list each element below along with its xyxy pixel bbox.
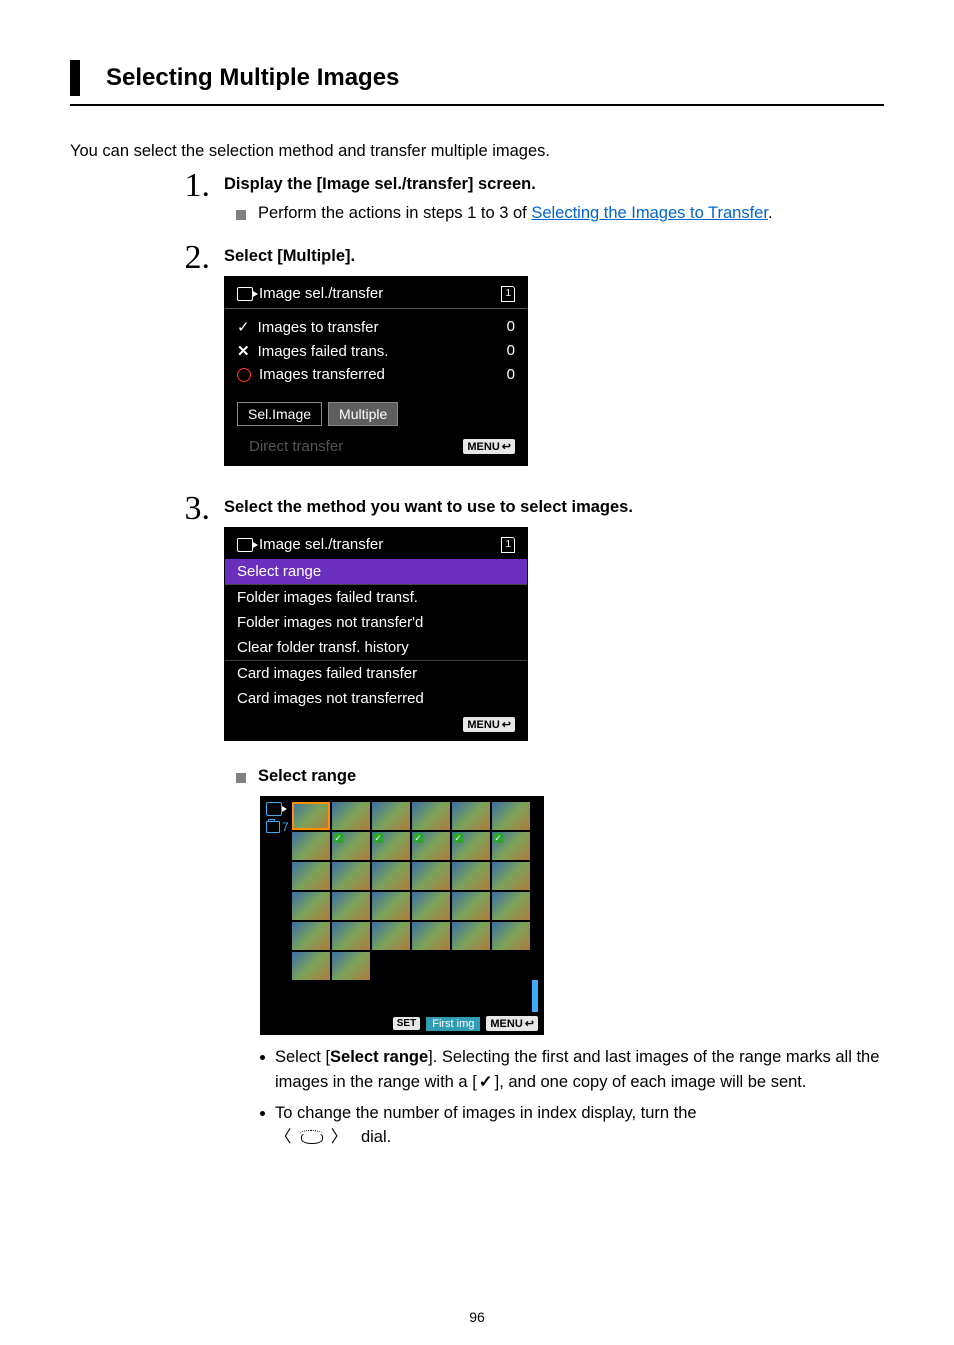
checkmark-icon: ✓ <box>237 318 250 336</box>
transfer-icon <box>237 538 253 552</box>
thumbnail: ✓ <box>452 832 490 860</box>
thumbnail: ✓ <box>332 832 370 860</box>
row-label: Images failed trans. <box>258 343 389 360</box>
thumbnail <box>292 922 330 950</box>
thumbnail <box>452 862 490 890</box>
thumbnail: ✓ <box>492 832 530 860</box>
screen-header: Image sel./transfer <box>259 285 383 302</box>
step-2-title: Select [Multiple]. <box>224 247 884 266</box>
bullet-icon <box>236 210 246 220</box>
step-1-bullet-pre: Perform the actions in steps 1 to 3 of <box>258 204 531 222</box>
step-1-title: Display the [Image sel./transfer] screen… <box>224 175 884 194</box>
x-icon: ✕ <box>237 342 250 360</box>
thumbnail <box>332 892 370 920</box>
direct-transfer-label: Direct transfer <box>249 438 343 455</box>
thumbnail <box>452 922 490 950</box>
first-img-label: First img <box>426 1017 480 1031</box>
thumbnail <box>372 802 410 830</box>
step-2-number: 2. <box>166 241 224 275</box>
heading-underline <box>70 104 884 106</box>
thumbnail <box>452 802 490 830</box>
step-1-bullet: Perform the actions in steps 1 to 3 of S… <box>258 204 773 223</box>
thumbnail <box>292 862 330 890</box>
step-3-title: Select the method you want to use to sel… <box>224 498 884 517</box>
thumbnail <box>292 952 330 980</box>
check-icon: ✓ <box>373 833 383 843</box>
option-select-range: Select range <box>225 559 527 584</box>
intro-text: You can select the selection method and … <box>70 142 884 161</box>
screen-header: Image sel./transfer <box>259 536 383 553</box>
row-label: Images to transfer <box>258 319 379 336</box>
thumbnail <box>292 892 330 920</box>
thumbnail: ✓ <box>412 832 450 860</box>
link-selecting-images[interactable]: Selecting the Images to Transfer <box>531 204 768 222</box>
option-clear-folder-history: Clear folder transf. history <box>225 635 527 660</box>
multiple-button: Multiple <box>328 402 398 426</box>
thumbnail <box>372 862 410 890</box>
thumbnail <box>372 922 410 950</box>
thumbnail <box>452 892 490 920</box>
thumbnail <box>412 922 450 950</box>
bullet-icon <box>260 1111 265 1116</box>
select-range-heading: Select range <box>258 767 356 786</box>
check-icon: ✓ <box>333 833 343 843</box>
folder-count: 7 <box>266 820 289 834</box>
row-images-failed: ✕ Images failed trans. 0 <box>237 339 515 363</box>
thumbnail <box>332 862 370 890</box>
check-icon: ✓ <box>413 833 423 843</box>
sel-image-button: Sel.Image <box>237 402 322 426</box>
thumbnail <box>412 892 450 920</box>
thumbnail <box>492 892 530 920</box>
thumbnail <box>412 802 450 830</box>
step-1-bullet-post: . <box>768 204 773 222</box>
row-images-to-transfer: ✓ Images to transfer 0 <box>237 315 515 339</box>
quick-control-dial-icon <box>296 1130 326 1146</box>
thumbnail <box>492 862 530 890</box>
thumbnail <box>492 922 530 950</box>
circle-icon <box>237 368 251 382</box>
page-number: 96 <box>0 1309 954 1325</box>
thumbnail <box>492 802 530 830</box>
step-3-number: 3. <box>166 492 224 526</box>
thumbnail <box>372 892 410 920</box>
transfer-icon <box>266 802 282 816</box>
thumbnail <box>332 952 370 980</box>
camera-screen-method-list: Image sel./transfer 1 Select range Folde… <box>224 527 528 741</box>
option-card-not-transferred: Card images not transferred <box>225 686 527 711</box>
row-value: 0 <box>507 342 515 360</box>
option-folder-not-transferred: Folder images not transfer'd <box>225 610 527 635</box>
row-label: Images transferred <box>259 366 385 383</box>
row-images-transferred: Images transferred 0 <box>237 363 515 386</box>
check-icon: ✓ <box>477 1070 495 1095</box>
thumbnail <box>292 802 330 830</box>
transfer-icon <box>237 287 253 301</box>
step-1-number: 1. <box>166 169 224 203</box>
card-slot-icon: 1 <box>501 537 515 553</box>
menu-back-badge: MENU↩ <box>486 1016 538 1031</box>
bullet-icon <box>260 1055 265 1060</box>
row-value: 0 <box>507 318 515 336</box>
menu-back-badge: MENU↩ <box>463 439 515 454</box>
bullet-icon <box>236 773 246 783</box>
card-slot-icon: 1 <box>501 286 515 302</box>
row-value: 0 <box>507 366 515 383</box>
menu-back-badge: MENU↩ <box>463 717 515 732</box>
set-badge: SET <box>393 1017 420 1030</box>
option-card-failed: Card images failed transfer <box>225 661 527 686</box>
page-title: Selecting Multiple Images <box>106 60 884 96</box>
thumbnail: ✓ <box>372 832 410 860</box>
desc-item-1: Select [Select range]. Selecting the fir… <box>260 1045 884 1095</box>
desc-item-2: To change the number of images in index … <box>260 1101 884 1151</box>
folder-icon <box>266 821 280 833</box>
thumbnail <box>292 832 330 860</box>
check-icon: ✓ <box>493 833 503 843</box>
camera-screen-transfer-summary: Image sel./transfer 1 ✓ Images to transfe… <box>224 276 528 466</box>
thumbnail <box>412 862 450 890</box>
check-icon: ✓ <box>453 833 463 843</box>
thumbnail <box>332 802 370 830</box>
scrollbar <box>532 980 538 1012</box>
camera-screen-thumbnail-index: 7 ✓ ✓ ✓ ✓ ✓ <box>260 796 544 1035</box>
option-folder-failed: Folder images failed transf. <box>225 585 527 610</box>
thumbnail <box>332 922 370 950</box>
